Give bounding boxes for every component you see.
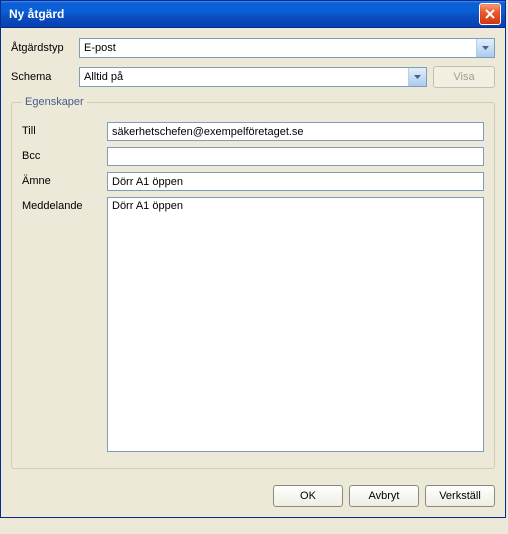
ok-button[interactable]: OK: [273, 485, 343, 507]
bcc-row: Bcc: [22, 147, 484, 166]
dialog-window: Ny åtgärd Åtgärdstyp E-post Schema: [0, 0, 506, 518]
action-type-row: Åtgärdstyp E-post: [11, 38, 495, 58]
message-row: Meddelande: [22, 197, 484, 452]
to-input[interactable]: [107, 122, 484, 141]
close-button[interactable]: [479, 3, 501, 25]
action-type-value: E-post: [84, 42, 116, 54]
title-bar: Ny åtgärd: [1, 1, 505, 28]
schedule-value: Alltid på: [84, 71, 123, 83]
to-row: Till: [22, 122, 484, 141]
bcc-label: Bcc: [22, 147, 107, 162]
client-area: Åtgärdstyp E-post Schema Alltid på: [1, 28, 505, 475]
close-icon: [485, 9, 495, 19]
message-label: Meddelande: [22, 197, 107, 212]
subject-label: Ämne: [22, 172, 107, 187]
schedule-label: Schema: [11, 71, 79, 83]
to-label: Till: [22, 122, 107, 137]
action-type-dropdown[interactable]: E-post: [79, 38, 495, 58]
window-title: Ny åtgärd: [9, 7, 64, 21]
subject-input[interactable]: [107, 172, 484, 191]
schedule-row: Schema Alltid på Visa: [11, 66, 495, 88]
subject-row: Ämne: [22, 172, 484, 191]
cancel-button[interactable]: Avbryt: [349, 485, 419, 507]
bcc-input[interactable]: [107, 147, 484, 166]
properties-fieldset: Egenskaper Till Bcc Ämne Meddelande: [11, 96, 495, 469]
properties-legend: Egenskaper: [22, 96, 87, 108]
action-type-dropdown-button[interactable]: [476, 39, 494, 57]
schedule-dropdown[interactable]: Alltid på: [79, 67, 427, 87]
schedule-dropdown-button[interactable]: [408, 68, 426, 86]
dialog-buttons: OK Avbryt Verkställ: [1, 475, 505, 517]
chevron-down-icon: [482, 46, 489, 50]
action-type-label: Åtgärdstyp: [11, 42, 79, 54]
apply-button[interactable]: Verkställ: [425, 485, 495, 507]
show-button: Visa: [433, 66, 495, 88]
chevron-down-icon: [414, 75, 421, 79]
message-textarea[interactable]: [107, 197, 484, 452]
